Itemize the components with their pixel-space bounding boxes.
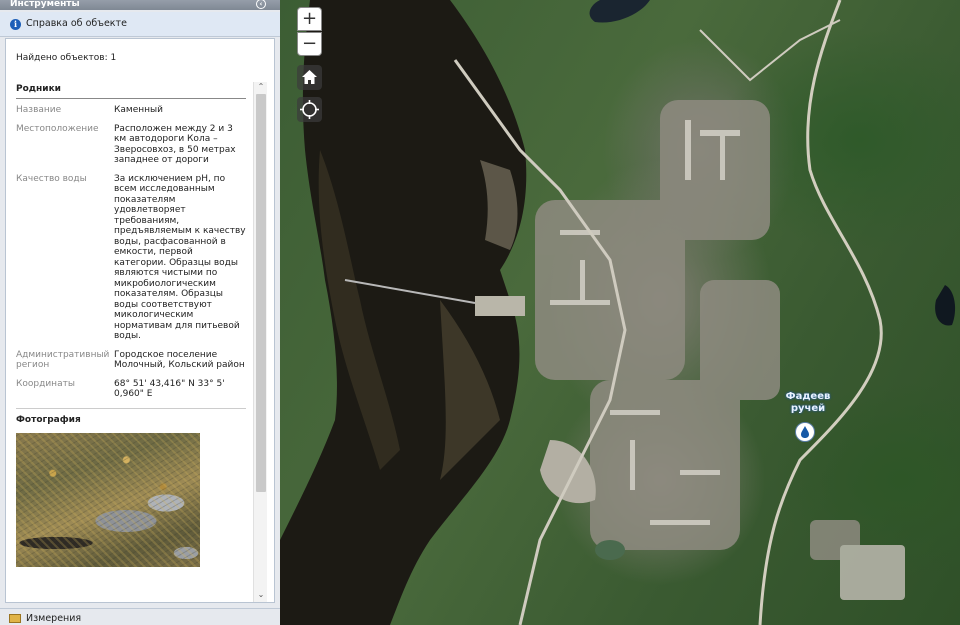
map-imagery — [280, 0, 956, 625]
attribute-row: Административный регион Городское поселе… — [16, 350, 246, 371]
attribute-key: Местоположение — [16, 123, 99, 134]
bridge-pier — [475, 296, 525, 316]
info-icon: i — [10, 19, 21, 30]
tools-panel-title: Инструменты — [10, 0, 80, 9]
identify-tool-title: Справка об объекте — [26, 18, 127, 29]
attribute-value: Расположен между 2 и 3 км автодороги Кол… — [114, 123, 236, 166]
scrollbar-thumb[interactable] — [256, 94, 266, 492]
attribute-key: Административный регион — [16, 349, 110, 371]
spring-photo[interactable] — [16, 432, 200, 567]
attribute-row: Качество воды За исключением pH, по всем… — [16, 174, 246, 342]
spring-label-line1: Фадеев — [785, 391, 831, 402]
attribute-key: Качество воды — [16, 173, 87, 184]
zoom-out-button[interactable]: − — [297, 32, 322, 56]
home-button[interactable] — [297, 65, 322, 90]
measure-tool-title: Измерения — [26, 613, 82, 624]
photo-title: Фотография — [16, 414, 81, 425]
found-count: Найдено объектов: 1 — [16, 53, 117, 63]
identify-results: Найдено объектов: 1 Родники Название Кам… — [5, 38, 275, 603]
home-icon — [302, 70, 317, 84]
spring-label: Фадеев ручей — [778, 391, 838, 415]
attribute-key: Название — [16, 105, 62, 115]
attribute-value: Городское поселение Молочный, Кольский р… — [114, 349, 245, 371]
attribute-key: Координаты — [16, 378, 75, 389]
layer-title: Родники — [16, 84, 246, 99]
attribute-value: За исключением pH, по всем исследованным… — [114, 173, 246, 342]
results-scroll-area: Родники Название Каменный Местоположение… — [16, 84, 246, 599]
measure-tool-header[interactable]: Измерения — [0, 608, 280, 625]
locate-icon — [300, 100, 319, 119]
tools-panel-header[interactable]: Инструменты ‹ — [0, 0, 280, 10]
ruler-icon — [9, 614, 21, 623]
divider — [16, 407, 246, 409]
identify-tool-header[interactable]: i Справка об объекте — [0, 12, 280, 37]
satellite-map[interactable]: + − Фадеев ручей — [280, 0, 960, 625]
spring-marker[interactable] — [795, 422, 815, 442]
small-lake — [595, 540, 625, 560]
side-road — [699, 19, 841, 82]
collapse-icon[interactable]: ‹ — [256, 0, 266, 9]
attribute-row: Местоположение Расположен между 2 и 3 км… — [16, 124, 246, 166]
spring-label-line2: ручей — [790, 403, 826, 414]
water-drop-icon — [801, 426, 809, 438]
scroll-down-icon[interactable]: ⌄ — [256, 590, 266, 600]
tools-panel: Инструменты ‹ i Справка об объекте Найде… — [0, 0, 280, 625]
attribute-value: 68° 51' 43,416" N 33° 5' 0,960" E — [114, 378, 225, 400]
attribute-row: Координаты 68° 51' 43,416" N 33° 5' 0,96… — [16, 379, 246, 400]
lake-top — [589, 0, 650, 23]
results-scrollbar[interactable]: ⌃ ⌄ — [253, 82, 267, 602]
locate-button[interactable] — [297, 97, 322, 122]
attribute-value: Каменный — [114, 105, 163, 115]
zoom-in-button[interactable]: + — [297, 7, 322, 31]
lake-right — [935, 285, 956, 326]
attribute-row: Название Каменный — [16, 105, 246, 116]
scroll-up-icon[interactable]: ⌃ — [256, 82, 266, 92]
quarry — [540, 440, 596, 504]
